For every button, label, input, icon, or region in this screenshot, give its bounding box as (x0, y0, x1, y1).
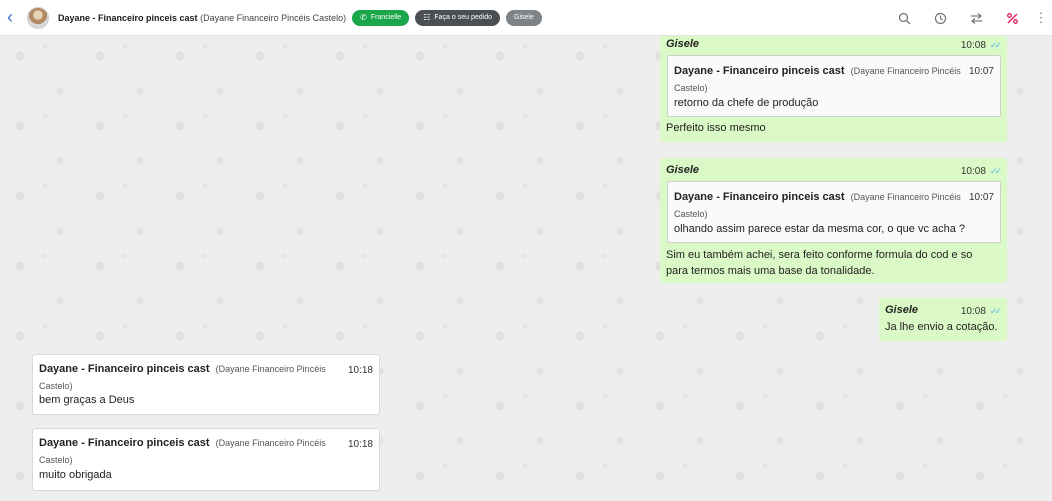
message-sender-sub: (Dayane Financeiro Pincéis (215, 364, 326, 374)
header-actions: ⋮ (886, 0, 1052, 36)
whatsapp-icon: ✆ (360, 13, 367, 22)
quoted-sender-sub-cont: Castelo) (674, 209, 708, 219)
agent-chip-label: Francielle (370, 14, 402, 21)
read-ticks-icon: ✓✓ (989, 306, 1002, 316)
message-time: 10:08 (960, 306, 986, 317)
agent-chip[interactable]: ✆ Francielle (352, 9, 410, 26)
message-time: 10:18 (347, 439, 373, 450)
more-icon[interactable]: ⋮ (1030, 0, 1052, 36)
message-incoming[interactable]: Dayane - Financeiro pinceis cast (Dayane… (32, 354, 380, 415)
message-meta: 10:08 ✓✓ (960, 164, 1002, 179)
flow-chip-label: Faça o seu pedido (434, 14, 492, 21)
message-outgoing[interactable]: Gisele 10:08 ✓✓ Ja lhe envio a cotação. (879, 298, 1007, 341)
quoted-sender-name: Dayane - Financeiro pinceis cast (674, 191, 845, 203)
quoted-message[interactable]: Dayane - Financeiro pinceis cast (Dayane… (667, 181, 1001, 243)
chat-header: ‹ Dayane - Financeiro pinceis cast (Daya… (0, 0, 1052, 36)
contact-title[interactable]: Dayane - Financeiro pinceis cast (Dayane… (58, 13, 346, 23)
message-text: Perfeito isso mesmo (666, 122, 766, 134)
tag-chip-label: Gisele (514, 14, 534, 21)
message-text-line-2: para termos mais uma base da tonalidade. (666, 265, 875, 277)
message-sender-sub: (Dayane Financeiro Pincéis (215, 438, 326, 448)
message-text: bem graças a Deus (39, 394, 135, 406)
message-text: Ja lhe envio a cotação. (885, 321, 998, 333)
quoted-sender-sub: (Dayane Financeiro Pincéis (850, 192, 961, 202)
quoted-sender-sub-cont: Castelo) (674, 83, 708, 93)
message-outgoing[interactable]: Gisele 10:08 ✓✓ Dayane - Financeiro pinc… (660, 36, 1007, 142)
quoted-text: retorno da chefe de produção (674, 97, 819, 109)
message-sender-name: Dayane - Financeiro pinceis cast (39, 363, 210, 375)
message-time: 10:08 (960, 40, 986, 51)
quoted-text: olhando assim parece estar da mesma cor,… (674, 223, 966, 235)
read-ticks-icon: ✓✓ (989, 40, 1002, 50)
message-meta: 10:08 ✓✓ (960, 38, 1002, 53)
contact-subtitle: (Dayane Financeiro Pincéis Castelo) (200, 12, 347, 23)
quoted-time: 10:07 (968, 192, 994, 203)
message-sender: Gisele (666, 38, 700, 50)
message-sender-sub-cont: Castelo) (39, 381, 73, 391)
transfer-icon[interactable] (958, 0, 994, 36)
message-time: 10:18 (347, 365, 373, 376)
chat-area: Gisele 10:08 ✓✓ Dayane - Financeiro pinc… (0, 36, 1052, 501)
back-arrow-icon[interactable]: ‹ (0, 0, 20, 36)
message-outgoing[interactable]: Gisele 10:08 ✓✓ Dayane - Financeiro pinc… (660, 158, 1007, 283)
search-icon[interactable] (886, 0, 922, 36)
percent-icon[interactable] (994, 0, 1030, 36)
flow-icon: ☷ (423, 13, 431, 22)
message-sender-sub-cont: Castelo) (39, 455, 73, 465)
message-time: 10:08 (960, 166, 986, 177)
tag-chip[interactable]: Gisele (506, 9, 542, 26)
message-text-line-1: Sim eu também achei, sera feito conforme… (666, 249, 973, 261)
quoted-message[interactable]: Dayane - Financeiro pinceis cast (Dayane… (667, 55, 1001, 117)
read-ticks-icon: ✓✓ (989, 166, 1002, 176)
message-sender: Gisele (666, 164, 700, 176)
history-icon[interactable] (922, 0, 958, 36)
message-sender: Gisele (885, 304, 919, 316)
message-meta: 10:08 ✓✓ (960, 304, 1002, 319)
quoted-sender-name: Dayane - Financeiro pinceis cast (674, 65, 845, 77)
message-sender-name: Dayane - Financeiro pinceis cast (39, 437, 210, 449)
message-incoming[interactable]: Dayane - Financeiro pinceis cast (Dayane… (32, 428, 380, 491)
contact-name: Dayane - Financeiro pinceis cast (58, 12, 198, 23)
message-text: muito obrigada (39, 469, 112, 481)
flow-chip[interactable]: ☷ Faça o seu pedido (415, 9, 500, 26)
avatar[interactable] (27, 6, 49, 29)
quoted-sender-sub: (Dayane Financeiro Pincéis (850, 66, 961, 76)
quoted-time: 10:07 (968, 66, 994, 77)
